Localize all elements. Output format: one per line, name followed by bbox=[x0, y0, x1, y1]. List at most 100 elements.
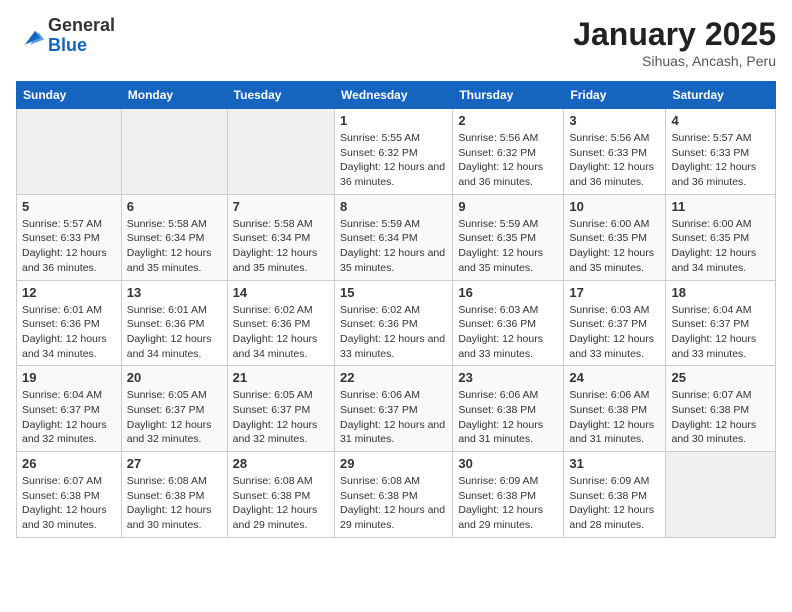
day-info: Sunrise: 6:00 AMSunset: 6:35 PMDaylight:… bbox=[671, 217, 770, 276]
calendar-cell bbox=[666, 452, 776, 538]
calendar-cell: 23Sunrise: 6:06 AMSunset: 6:38 PMDayligh… bbox=[453, 366, 564, 452]
calendar-cell: 10Sunrise: 6:00 AMSunset: 6:35 PMDayligh… bbox=[564, 194, 666, 280]
calendar-cell: 26Sunrise: 6:07 AMSunset: 6:38 PMDayligh… bbox=[17, 452, 122, 538]
day-number: 7 bbox=[233, 199, 329, 214]
calendar-cell: 3 Sunrise: 5:56 AMSunset: 6:33 PMDaylight… bbox=[564, 109, 666, 195]
day-number: 3 bbox=[569, 113, 660, 128]
day-number: 29 bbox=[340, 456, 447, 471]
calendar-cell: 29 Sunrise: 6:08 AMSunset: 6:38 PMDayligh… bbox=[335, 452, 453, 538]
logo-icon bbox=[16, 22, 44, 50]
calendar-cell: 27 Sunrise: 6:08 AMSunset: 6:38 PMDayligh… bbox=[121, 452, 227, 538]
calendar-cell: 22Sunrise: 6:06 AMSunset: 6:37 PMDayligh… bbox=[335, 366, 453, 452]
day-info: Sunrise: 6:02 AMSunset: 6:36 PMDaylight:… bbox=[233, 303, 329, 362]
calendar-cell: 2Sunrise: 5:56 AMSunset: 6:32 PMDaylight… bbox=[453, 109, 564, 195]
day-info: Sunrise: 5:56 AMSunset: 6:33 PMDaylight:… bbox=[569, 131, 660, 190]
calendar-cell: 11 Sunrise: 6:00 AMSunset: 6:35 PMDayligh… bbox=[666, 194, 776, 280]
day-number: 11 bbox=[671, 199, 770, 214]
day-number: 17 bbox=[569, 285, 660, 300]
weekday-header-row: SundayMondayTuesdayWednesdayThursdayFrid… bbox=[17, 82, 776, 109]
calendar-cell: 24 Sunrise: 6:06 AMSunset: 6:38 PMDayligh… bbox=[564, 366, 666, 452]
day-info: Sunrise: 6:03 AMSunset: 6:37 PMDaylight:… bbox=[569, 303, 660, 362]
calendar-cell: 7 Sunrise: 5:58 AMSunset: 6:34 PMDaylight… bbox=[227, 194, 334, 280]
day-info: Sunrise: 5:58 AMSunset: 6:34 PMDaylight:… bbox=[127, 217, 222, 276]
day-info: Sunrise: 6:08 AMSunset: 6:38 PMDaylight:… bbox=[340, 474, 447, 533]
calendar-cell: 17 Sunrise: 6:03 AMSunset: 6:37 PMDayligh… bbox=[564, 280, 666, 366]
calendar-cell: 15 Sunrise: 6:02 AMSunset: 6:36 PMDayligh… bbox=[335, 280, 453, 366]
day-info: Sunrise: 6:05 AMSunset: 6:37 PMDaylight:… bbox=[127, 388, 222, 447]
calendar-cell: 25Sunrise: 6:07 AMSunset: 6:38 PMDayligh… bbox=[666, 366, 776, 452]
calendar-cell: 31Sunrise: 6:09 AMSunset: 6:38 PMDayligh… bbox=[564, 452, 666, 538]
day-number: 28 bbox=[233, 456, 329, 471]
calendar-cell: 14Sunrise: 6:02 AMSunset: 6:36 PMDayligh… bbox=[227, 280, 334, 366]
day-number: 19 bbox=[22, 370, 116, 385]
day-number: 15 bbox=[340, 285, 447, 300]
day-info: Sunrise: 6:03 AMSunset: 6:36 PMDaylight:… bbox=[458, 303, 558, 362]
day-info: Sunrise: 6:01 AMSunset: 6:36 PMDaylight:… bbox=[22, 303, 116, 362]
day-info: Sunrise: 6:08 AMSunset: 6:38 PMDaylight:… bbox=[233, 474, 329, 533]
day-info: Sunrise: 5:58 AMSunset: 6:34 PMDaylight:… bbox=[233, 217, 329, 276]
calendar-week-row: 1Sunrise: 5:55 AMSunset: 6:32 PMDaylight… bbox=[17, 109, 776, 195]
calendar-cell bbox=[121, 109, 227, 195]
day-info: Sunrise: 5:55 AMSunset: 6:32 PMDaylight:… bbox=[340, 131, 447, 190]
calendar-cell: 9 Sunrise: 5:59 AMSunset: 6:35 PMDaylight… bbox=[453, 194, 564, 280]
day-info: Sunrise: 6:07 AMSunset: 6:38 PMDaylight:… bbox=[22, 474, 116, 533]
weekday-header-tuesday: Tuesday bbox=[227, 82, 334, 109]
calendar-week-row: 5 Sunrise: 5:57 AMSunset: 6:33 PMDaylight… bbox=[17, 194, 776, 280]
calendar-cell: 30 Sunrise: 6:09 AMSunset: 6:38 PMDayligh… bbox=[453, 452, 564, 538]
day-number: 18 bbox=[671, 285, 770, 300]
day-info: Sunrise: 6:04 AMSunset: 6:37 PMDaylight:… bbox=[22, 388, 116, 447]
weekday-header-wednesday: Wednesday bbox=[335, 82, 453, 109]
weekday-header-saturday: Saturday bbox=[666, 82, 776, 109]
weekday-header-friday: Friday bbox=[564, 82, 666, 109]
day-info: Sunrise: 6:09 AMSunset: 6:38 PMDaylight:… bbox=[458, 474, 558, 533]
day-number: 13 bbox=[127, 285, 222, 300]
day-info: Sunrise: 5:59 AMSunset: 6:34 PMDaylight:… bbox=[340, 217, 447, 276]
calendar-header: SundayMondayTuesdayWednesdayThursdayFrid… bbox=[17, 82, 776, 109]
calendar-cell: 21Sunrise: 6:05 AMSunset: 6:37 PMDayligh… bbox=[227, 366, 334, 452]
calendar-cell: 28 Sunrise: 6:08 AMSunset: 6:38 PMDayligh… bbox=[227, 452, 334, 538]
day-info: Sunrise: 6:06 AMSunset: 6:37 PMDaylight:… bbox=[340, 388, 447, 447]
day-number: 8 bbox=[340, 199, 447, 214]
day-number: 30 bbox=[458, 456, 558, 471]
calendar-title: January 2025 bbox=[573, 16, 776, 53]
calendar-cell: 13 Sunrise: 6:01 AMSunset: 6:36 PMDayligh… bbox=[121, 280, 227, 366]
day-number: 27 bbox=[127, 456, 222, 471]
day-number: 2 bbox=[458, 113, 558, 128]
calendar-cell: 6 Sunrise: 5:58 AMSunset: 6:34 PMDaylight… bbox=[121, 194, 227, 280]
day-info: Sunrise: 6:04 AMSunset: 6:37 PMDaylight:… bbox=[671, 303, 770, 362]
day-info: Sunrise: 6:06 AMSunset: 6:38 PMDaylight:… bbox=[569, 388, 660, 447]
logo-general: General bbox=[48, 15, 115, 35]
day-number: 9 bbox=[458, 199, 558, 214]
calendar-cell: 12 Sunrise: 6:01 AMSunset: 6:36 PMDayligh… bbox=[17, 280, 122, 366]
day-number: 20 bbox=[127, 370, 222, 385]
calendar-body: 1Sunrise: 5:55 AMSunset: 6:32 PMDaylight… bbox=[17, 109, 776, 538]
calendar-cell bbox=[227, 109, 334, 195]
weekday-header-thursday: Thursday bbox=[453, 82, 564, 109]
day-info: Sunrise: 6:00 AMSunset: 6:35 PMDaylight:… bbox=[569, 217, 660, 276]
calendar-week-row: 12 Sunrise: 6:01 AMSunset: 6:36 PMDayligh… bbox=[17, 280, 776, 366]
calendar-cell: 1Sunrise: 5:55 AMSunset: 6:32 PMDaylight… bbox=[335, 109, 453, 195]
calendar-cell: 20 Sunrise: 6:05 AMSunset: 6:37 PMDayligh… bbox=[121, 366, 227, 452]
day-number: 24 bbox=[569, 370, 660, 385]
calendar-subtitle: Sihuas, Ancash, Peru bbox=[573, 53, 776, 69]
day-number: 23 bbox=[458, 370, 558, 385]
day-info: Sunrise: 5:57 AMSunset: 6:33 PMDaylight:… bbox=[671, 131, 770, 190]
day-info: Sunrise: 6:01 AMSunset: 6:36 PMDaylight:… bbox=[127, 303, 222, 362]
day-number: 31 bbox=[569, 456, 660, 471]
calendar-cell: 16 Sunrise: 6:03 AMSunset: 6:36 PMDayligh… bbox=[453, 280, 564, 366]
day-info: Sunrise: 6:02 AMSunset: 6:36 PMDaylight:… bbox=[340, 303, 447, 362]
day-number: 5 bbox=[22, 199, 116, 214]
calendar-cell: 19 Sunrise: 6:04 AMSunset: 6:37 PMDayligh… bbox=[17, 366, 122, 452]
logo-blue: Blue bbox=[48, 35, 87, 55]
day-number: 16 bbox=[458, 285, 558, 300]
day-info: Sunrise: 5:59 AMSunset: 6:35 PMDaylight:… bbox=[458, 217, 558, 276]
day-info: Sunrise: 5:57 AMSunset: 6:33 PMDaylight:… bbox=[22, 217, 116, 276]
day-number: 12 bbox=[22, 285, 116, 300]
calendar-cell: 5 Sunrise: 5:57 AMSunset: 6:33 PMDaylight… bbox=[17, 194, 122, 280]
logo: General Blue bbox=[16, 16, 115, 56]
day-number: 21 bbox=[233, 370, 329, 385]
day-info: Sunrise: 6:08 AMSunset: 6:38 PMDaylight:… bbox=[127, 474, 222, 533]
day-number: 4 bbox=[671, 113, 770, 128]
day-number: 6 bbox=[127, 199, 222, 214]
day-info: Sunrise: 6:07 AMSunset: 6:38 PMDaylight:… bbox=[671, 388, 770, 447]
